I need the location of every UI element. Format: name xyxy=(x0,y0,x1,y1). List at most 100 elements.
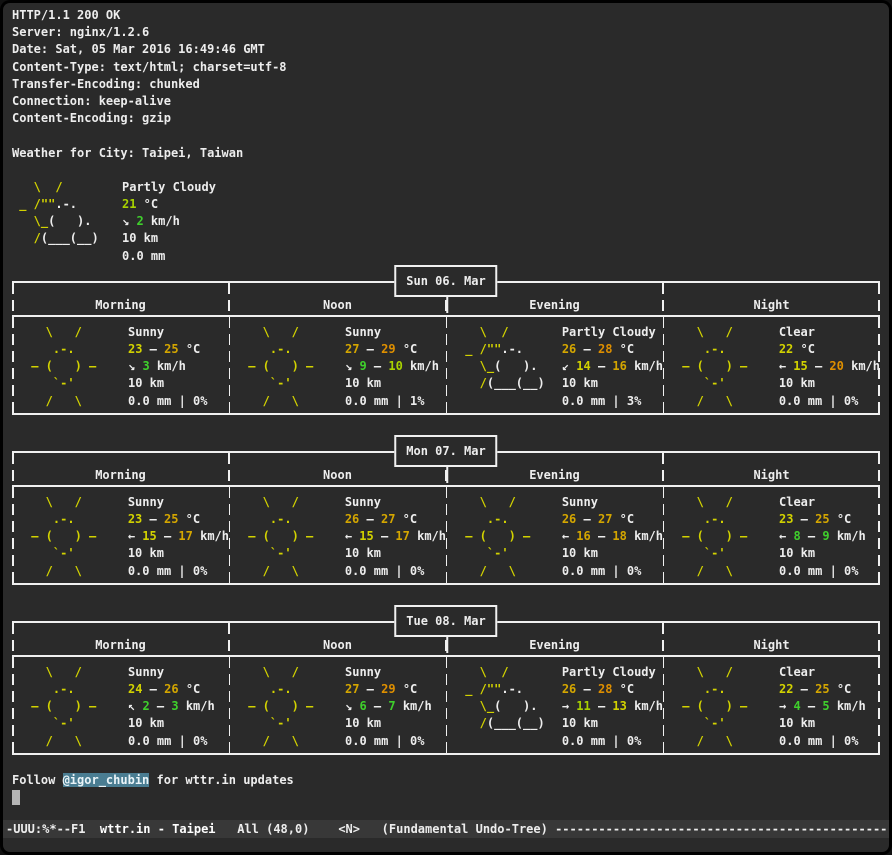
date-box: Tue 08. Mar xyxy=(394,605,497,637)
date-label: Mon 07. Mar xyxy=(406,444,485,458)
forecast-cell-night: \ / .-. – ( ) – `-' / \Clear22 °C← 15 – … xyxy=(663,317,880,415)
modeline-flags: -UUU:%*--F1 xyxy=(6,822,100,836)
forecast-cell-night: \ / .-. – ( ) – `-' / \Clear23 – 25 °C← … xyxy=(663,487,880,585)
condition-label: Clear xyxy=(779,664,880,681)
precipitation: 0.0 mm | 0% xyxy=(345,733,446,750)
modeline-status: All (48,0) <N> (Fundamental Undo-Tree) -… xyxy=(216,822,889,836)
http-header-line: Connection: keep-alive xyxy=(12,93,880,110)
period-header-morning: Morning xyxy=(12,283,229,315)
visibility: 10 km xyxy=(345,545,446,562)
forecast-cell-night: \ / .-. – ( ) – `-' / \Clear22 – 25 °C→ … xyxy=(663,657,880,755)
precipitation: 0.0 mm | 0% xyxy=(128,733,229,750)
forecast-cell-text: Sunny26 – 27 °C← 16 – 18 km/h10 km0.0 mm… xyxy=(562,494,663,585)
forecast-cell-text: Sunny26 – 27 °C← 15 – 17 km/h10 km0.0 mm… xyxy=(345,494,446,585)
blank-line xyxy=(12,162,880,179)
precipitation: 0.0 mm | 1% xyxy=(345,393,446,410)
temperature-range: 27 – 29 °C xyxy=(345,681,446,698)
forecast-day-table: MorningNoonEveningNight \ / .-. – ( ) – … xyxy=(12,435,880,585)
forecast-cell-text: Sunny24 – 26 °C↖ 2 – 3 km/h10 km0.0 mm |… xyxy=(128,664,229,755)
sunny-ascii-icon: \ / .-. – ( ) – `-' / \ xyxy=(12,494,128,585)
wind-speed: ← 16 – 18 km/h xyxy=(562,528,663,545)
temperature-range: 22 °C xyxy=(779,341,880,358)
period-header-night: Night xyxy=(663,623,880,655)
precipitation: 0.0 mm | 0% xyxy=(779,563,880,580)
blank-line xyxy=(12,127,880,144)
date-box: Mon 07. Mar xyxy=(394,435,497,467)
wind-speed: ↘ 9 – 10 km/h xyxy=(345,358,446,375)
forecast-cell-text: Clear23 – 25 °C← 8 – 9 km/h10 km0.0 mm |… xyxy=(779,494,880,585)
forecast-cell-morning: \ / .-. – ( ) – `-' / \Sunny24 – 26 °C↖ … xyxy=(12,657,229,755)
forecast-cell-row: \ / .-. – ( ) – `-' / \Sunny23 – 25 °C← … xyxy=(12,487,880,585)
condition-label: Partly Cloudy xyxy=(122,179,216,196)
forecast-cell-noon: \ / .-. – ( ) – `-' / \Sunny26 – 27 °C← … xyxy=(229,487,446,585)
wind-speed: ↘ 2 km/h xyxy=(122,213,216,230)
precipitation: 0.0 mm | 0% xyxy=(128,563,229,580)
forecast-cell-text: Partly Cloudy26 – 28 °C↙ 14 – 16 km/h10 … xyxy=(562,324,663,415)
echo-area xyxy=(3,838,889,852)
visibility: 10 km xyxy=(562,715,663,732)
forecast-day-table: MorningNoonEveningNight \ / .-. – ( ) – … xyxy=(12,605,880,755)
forecast-cell-text: Sunny23 – 25 °C← 15 – 17 km/h10 km0.0 mm… xyxy=(128,494,229,585)
temperature-value: 21 °C xyxy=(122,196,216,213)
temperature-range: 26 – 27 °C xyxy=(345,511,446,528)
weather-city-title: Weather for City: Taipei, Taiwan xyxy=(12,145,880,162)
period-header-night: Night xyxy=(663,453,880,485)
forecast-cell-text: Clear22 – 25 °C→ 4 – 5 km/h10 km0.0 mm |… xyxy=(779,664,880,755)
forecast-cell-morning: \ / .-. – ( ) – `-' / \Sunny23 – 25 °C↘ … xyxy=(12,317,229,415)
precipitation: 0.0 mm xyxy=(122,248,216,265)
partly-cloudy-ascii-icon: \ / _ /"".-. \_( ). /(___(__) xyxy=(446,664,562,755)
condition-label: Partly Cloudy xyxy=(562,324,663,341)
forecast-day-table: MorningNoonEveningNight \ / .-. – ( ) – … xyxy=(12,265,880,415)
wind-speed: → 4 – 5 km/h xyxy=(779,698,880,715)
visibility: 10 km xyxy=(779,545,880,562)
condition-label: Clear xyxy=(779,324,880,341)
forecast-cell-text: Partly Cloudy26 – 28 °C→ 11 – 13 km/h10 … xyxy=(562,664,663,755)
period-header-morning: Morning xyxy=(12,623,229,655)
condition-label: Sunny xyxy=(128,494,229,511)
sunny-ascii-icon: \ / .-. – ( ) – `-' / \ xyxy=(12,324,128,415)
blank-line xyxy=(12,755,880,772)
condition-label: Sunny xyxy=(345,664,446,681)
sunny-ascii-icon: \ / .-. – ( ) – `-' / \ xyxy=(663,664,779,755)
temperature-range: 23 – 25 °C xyxy=(128,341,229,358)
emacs-mode-line: -UUU:%*--F1 wttr.in - Taipei All (48,0) … xyxy=(3,820,889,838)
precipitation: 0.0 mm | 0% xyxy=(779,733,880,750)
temperature-range: 22 – 25 °C xyxy=(779,681,880,698)
wind-speed: ← 15 – 20 km/h xyxy=(779,358,880,375)
condition-label: Sunny xyxy=(345,324,446,341)
sunny-ascii-icon: \ / .-. – ( ) – `-' / \ xyxy=(229,494,345,585)
visibility: 10 km xyxy=(128,715,229,732)
condition-label: Sunny xyxy=(128,324,229,341)
visibility: 10 km xyxy=(128,375,229,392)
partly-cloudy-ascii-icon: \ / _ /"".-. \_( ). /(___(__) xyxy=(446,324,562,415)
cursor-line xyxy=(12,789,880,806)
temperature-range: 27 – 29 °C xyxy=(345,341,446,358)
forecast-cell-text: Clear22 °C← 15 – 20 km/h10 km0.0 mm | 0% xyxy=(779,324,880,415)
temperature-range: 26 – 28 °C xyxy=(562,341,663,358)
footer-text: Follow xyxy=(12,773,63,787)
forecast-cell-text: Sunny27 – 29 °C↘ 6 – 7 km/h10 km0.0 mm |… xyxy=(345,664,446,755)
wind-speed: ← 15 – 17 km/h xyxy=(128,528,229,545)
http-header-line: HTTP/1.1 200 OK xyxy=(12,7,880,24)
terminal-cursor[interactable] xyxy=(12,790,20,805)
current-conditions-text: Partly Cloudy21 °C↘ 2 km/h10 km0.0 mm xyxy=(122,179,216,265)
terminal-window-frame: HTTP/1.1 200 OKServer: nginx/1.2.6Date: … xyxy=(0,0,892,855)
twitter-handle-link[interactable]: @igor_chubin xyxy=(63,773,150,787)
current-conditions: \ / _ /"".-. \_( ). /(___(__) Partly Clo… xyxy=(12,179,880,265)
sunny-ascii-icon: \ / .-. – ( ) – `-' / \ xyxy=(229,664,345,755)
visibility: 10 km xyxy=(345,375,446,392)
date-label: Sun 06. Mar xyxy=(406,274,485,288)
http-response-headers: HTTP/1.1 200 OKServer: nginx/1.2.6Date: … xyxy=(12,7,880,127)
visibility: 10 km xyxy=(128,545,229,562)
forecast-cell-evening: \ / _ /"".-. \_( ). /(___(__) Partly Clo… xyxy=(446,657,663,755)
sunny-ascii-icon: \ / .-. – ( ) – `-' / \ xyxy=(446,494,562,585)
sunny-ascii-icon: \ / .-. – ( ) – `-' / \ xyxy=(12,664,128,755)
terminal-window: HTTP/1.1 200 OKServer: nginx/1.2.6Date: … xyxy=(3,3,889,852)
wind-speed: ↘ 3 km/h xyxy=(128,358,229,375)
http-header-line: Date: Sat, 05 Mar 2016 16:49:46 GMT xyxy=(12,41,880,58)
sunny-ascii-icon: \ / .-. – ( ) – `-' / \ xyxy=(663,494,779,585)
forecast-cell-text: Sunny23 – 25 °C↘ 3 km/h10 km0.0 mm | 0% xyxy=(128,324,229,415)
precipitation: 0.0 mm | 0% xyxy=(128,393,229,410)
visibility: 10 km xyxy=(779,375,880,392)
temperature-range: 26 – 27 °C xyxy=(562,511,663,528)
